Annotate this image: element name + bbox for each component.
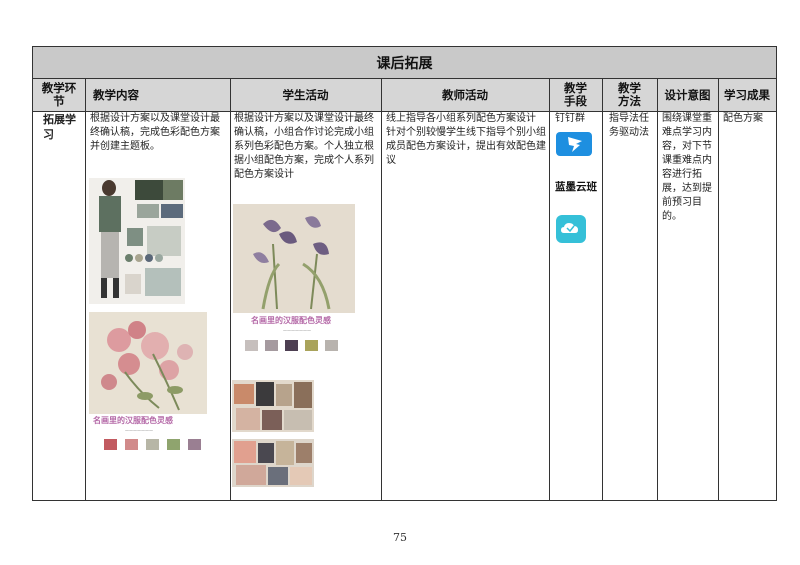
lanmo-label: 蓝墨云班 [555, 181, 597, 193]
color-swatch [104, 439, 117, 450]
palette-subcaption-1: ——————— [125, 428, 153, 433]
color-swatch [146, 439, 159, 450]
group-moodboard-image-2 [232, 439, 314, 487]
header-content: 教学内容 [93, 87, 139, 102]
palette-caption-1: 名画里的汉服配色灵感 [93, 416, 173, 425]
lesson-table: 课后拓展 教学环节 教学内容 学生活动 教师活动 教学手段 教学方法 设计意图 … [32, 46, 777, 501]
color-swatch [285, 340, 298, 351]
color-swatch [125, 439, 138, 450]
dingtalk-icon [556, 132, 592, 156]
teacher-activity-2: 针对个别较慢学生线下指导个别小组成员配色方案设计，提出有效配色建议 [386, 127, 546, 166]
cell-teacher: 线上指导各小组系列配色方案设计 针对个别较慢学生线下指导个别小组成员配色方案设计… [386, 112, 548, 168]
header-method: 教学方法 [618, 81, 641, 108]
palette-subcaption-2: ——————— [283, 328, 311, 333]
grid-line [718, 79, 719, 500]
grid-line [381, 79, 382, 500]
header-outcome: 学习成果 [724, 87, 770, 102]
header-teacher: 教师活动 [442, 87, 488, 102]
grid-line [602, 79, 603, 500]
teacher-activity-1: 线上指导各小组系列配色方案设计 [386, 113, 536, 124]
header-student: 学生活动 [282, 87, 329, 102]
grid-line [657, 79, 658, 500]
iris-painting-image [233, 204, 355, 313]
grid-line [230, 79, 231, 500]
table-title: 课后拓展 [33, 47, 776, 79]
color-swatch [265, 340, 278, 351]
color-swatch [188, 439, 201, 450]
grid-line [549, 79, 550, 500]
group-moodboard-image-1 [232, 380, 314, 432]
cell-content: 根据设计方案以及课堂设计最终确认稿，完成色彩配色方案并创建主题板。 [90, 113, 220, 152]
header-stage: 教学环节 [41, 81, 77, 108]
color-swatch [325, 340, 338, 351]
cell-stage: 拓展学习 [43, 113, 76, 141]
header-row: 教学环节 教学内容 学生活动 教师活动 教学手段 教学方法 设计意图 学习成果 [33, 79, 776, 112]
cell-outcome: 配色方案 [723, 113, 763, 124]
flower-painting-image [89, 312, 207, 414]
lanmo-cloud-icon [556, 215, 586, 243]
cell-intent: 围绕课堂重难点学习内容，对下节课重难点内容进行拓展，达到提前预习目的。 [662, 113, 712, 222]
header-tools: 教学手段 [564, 81, 587, 108]
cell-tool-1: 钉钉群 [555, 113, 585, 124]
costume-moodboard-image [89, 178, 185, 304]
grid-line [85, 79, 86, 500]
color-swatch [245, 340, 258, 351]
cell-student: 根据设计方案以及课堂设计最终确认稿，小组合作讨论完成小组系列色彩配色方案。个人独… [234, 113, 374, 180]
color-swatch [167, 439, 180, 450]
color-swatch [305, 340, 318, 351]
header-intent: 设计意图 [664, 87, 711, 102]
palette-caption-2: 名画里的汉服配色灵感 [251, 316, 331, 325]
cell-method: 指导法任务驱动法 [609, 113, 649, 138]
page-number: 75 [393, 531, 407, 544]
